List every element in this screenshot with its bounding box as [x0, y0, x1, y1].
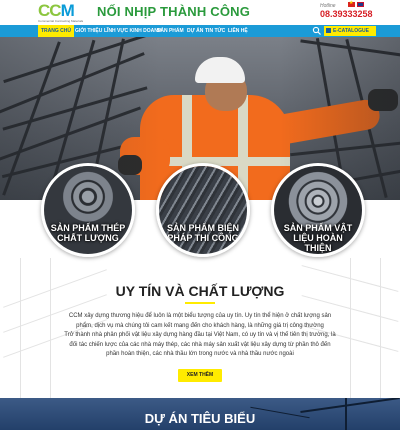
nav-item-business[interactable]: LĨNH VỰC KINH DOANH: [104, 27, 161, 35]
logo-subtitle: Commercial Contracting Materials: [38, 19, 84, 23]
nav-item-about[interactable]: GIỚI THIỆU: [75, 27, 102, 35]
section-title: UY TÍN VÀ CHẤT LƯỢNG: [115, 283, 285, 299]
product-steel[interactable]: SẢN PHẨM THÉP CHẤT LƯỢNG: [41, 163, 135, 257]
projects-title: DỰ ÁN TIÊU BIỂU: [144, 411, 256, 426]
product-label: SẢN PHẨM THÉP CHẤT LƯỢNG: [50, 223, 126, 243]
slogan: NỐI NHỊP THÀNH CÔNG: [97, 4, 251, 19]
product-label: SẢN PHẨM BIỆN PHÁP THI CÔNG: [166, 223, 239, 243]
english-flag-icon[interactable]: [357, 2, 364, 7]
e-catalogue-button[interactable]: E-CATALOGUE: [324, 26, 376, 36]
section-description: CCM xây dựng thương hiệu để luôn là một …: [62, 312, 338, 360]
nav-item-projects[interactable]: DỰ ÁN: [187, 27, 203, 35]
nav-item-contact[interactable]: LIÊN HỆ: [228, 27, 248, 35]
paragraph-mission: Trở thành nhà phân phối vật liệu xây dựn…: [64, 332, 336, 358]
nav-item-home[interactable]: TRANG CHỦ: [38, 25, 74, 37]
nav-item-products[interactable]: SẢN PHẨM: [157, 27, 184, 35]
site-header: CCM Commercial Contracting Materials NỐI…: [0, 0, 400, 25]
product-label: SẢN PHẨM VẬT LIỆU HOÀN THIỆN: [283, 223, 353, 253]
catalogue-icon: [326, 28, 331, 33]
title-underline: [185, 302, 215, 304]
ccm-logo[interactable]: CCM Commercial Contracting Materials: [38, 1, 86, 23]
product-finishing-materials[interactable]: SẢN PHẨM VẬT LIỆU HOÀN THIỆN: [271, 163, 365, 257]
paragraph-reputation: CCM xây dựng thương hiệu để luôn là một …: [68, 313, 332, 329]
search-icon[interactable]: [312, 26, 322, 36]
logo-mark: CCM: [38, 1, 75, 20]
logo-text: CCM: [38, 1, 75, 20]
product-construction-method[interactable]: SẢN PHẨM BIỆN PHÁP THI CÔNG: [156, 163, 250, 257]
vietnam-flag-icon[interactable]: [348, 0, 355, 7]
hotline-number[interactable]: 08.39333258: [320, 9, 373, 19]
see-more-button[interactable]: XEM THÊM: [178, 369, 222, 382]
main-nav: TRANG CHỦ GIỚI THIỆU LĨNH VỰC KINH DOANH…: [0, 25, 400, 37]
catalogue-label: E-CATALOGUE: [333, 28, 369, 34]
nav-item-news[interactable]: TIN TỨC: [205, 27, 225, 35]
